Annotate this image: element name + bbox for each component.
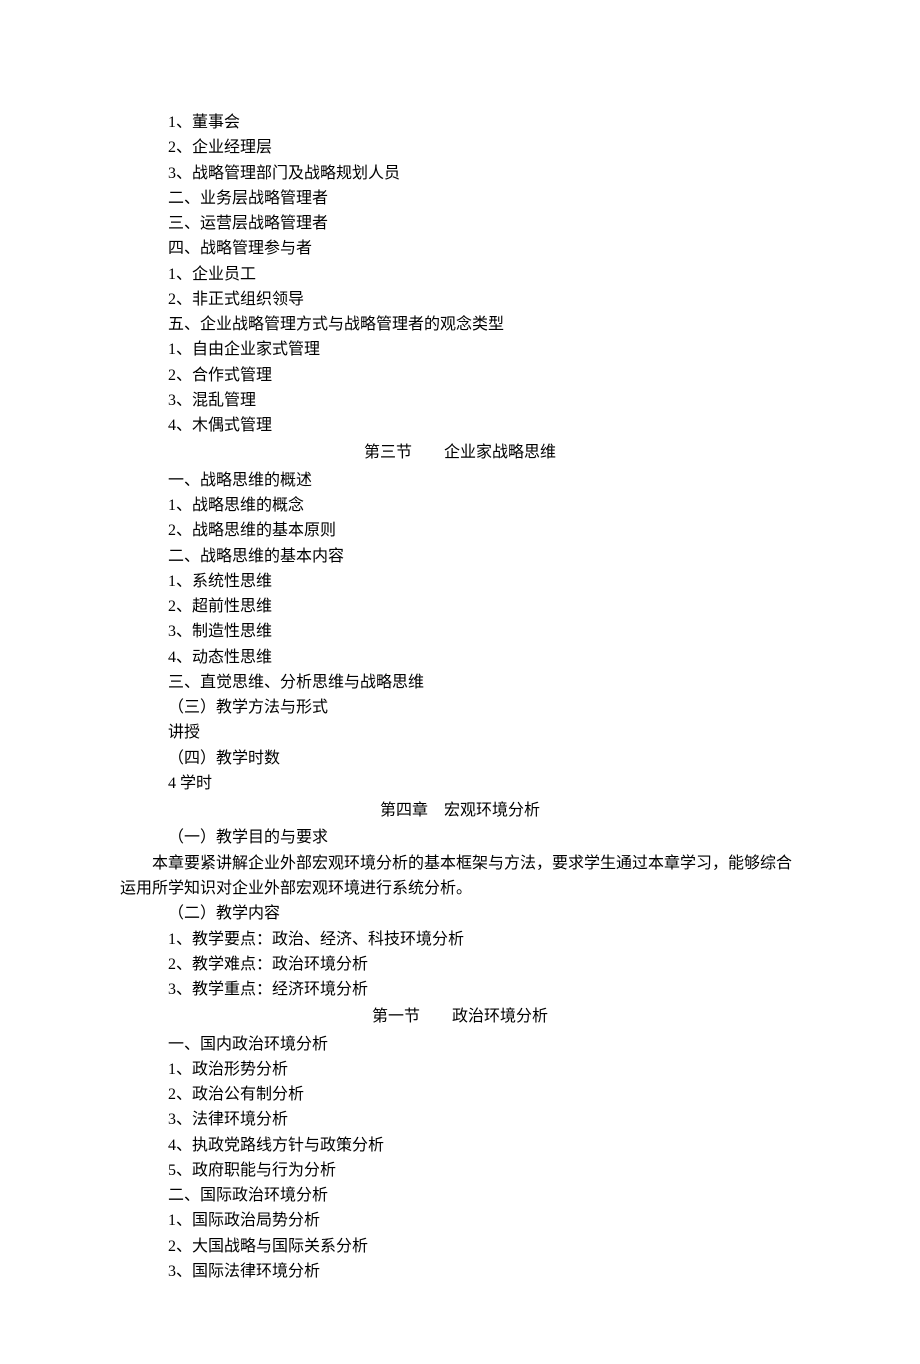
teaching-point: 3、教学重点：经济环境分析 bbox=[120, 977, 800, 1002]
outline-item: 1、系统性思维 bbox=[120, 569, 800, 594]
outline-item: 2、合作式管理 bbox=[120, 363, 800, 388]
teaching-point: 1、教学要点：政治、经济、科技环境分析 bbox=[120, 927, 800, 952]
outline-item: 1、战略思维的概念 bbox=[120, 493, 800, 518]
outline-item: 5、政府职能与行为分析 bbox=[120, 1158, 800, 1183]
outline-item: 三、运营层战略管理者 bbox=[120, 211, 800, 236]
teaching-point: 2、教学难点：政治环境分析 bbox=[120, 952, 800, 977]
outline-item: 二、国际政治环境分析 bbox=[120, 1183, 800, 1208]
section-4-1-title: 第一节 政治环境分析 bbox=[120, 1004, 800, 1029]
teaching-method-label: （三）教学方法与形式 bbox=[120, 695, 800, 720]
outline-item: 4、执政党路线方针与政策分析 bbox=[120, 1133, 800, 1158]
outline-item: 1、政治形势分析 bbox=[120, 1057, 800, 1082]
outline-item: 2、政治公有制分析 bbox=[120, 1082, 800, 1107]
outline-item: 1、企业员工 bbox=[120, 262, 800, 287]
outline-item: 2、企业经理层 bbox=[120, 135, 800, 160]
outline-item: 4、动态性思维 bbox=[120, 645, 800, 670]
outline-item: 3、法律环境分析 bbox=[120, 1107, 800, 1132]
outline-item: 3、战略管理部门及战略规划人员 bbox=[120, 161, 800, 186]
teaching-hours-value: 4 学时 bbox=[120, 771, 800, 796]
outline-item: 二、战略思维的基本内容 bbox=[120, 544, 800, 569]
teaching-method-value: 讲授 bbox=[120, 720, 800, 745]
chapter-4-title: 第四章 宏观环境分析 bbox=[120, 798, 800, 823]
teaching-purpose-label: （一）教学目的与要求 bbox=[120, 825, 800, 850]
outline-item: 二、业务层战略管理者 bbox=[120, 186, 800, 211]
section-3-title: 第三节 企业家战略思维 bbox=[120, 440, 800, 465]
outline-item: 四、战略管理参与者 bbox=[120, 236, 800, 261]
outline-item: 1、国际政治局势分析 bbox=[120, 1208, 800, 1233]
outline-item: 2、超前性思维 bbox=[120, 594, 800, 619]
outline-item: 一、战略思维的概述 bbox=[120, 468, 800, 493]
outline-item: 4、木偶式管理 bbox=[120, 413, 800, 438]
teaching-content-label: （二）教学内容 bbox=[120, 901, 800, 926]
teaching-purpose-text: 本章要紧讲解企业外部宏观环境分析的基本框架与方法，要求学生通过本章学习，能够综合… bbox=[120, 851, 800, 902]
teaching-hours-label: （四）教学时数 bbox=[120, 746, 800, 771]
outline-item: 一、国内政治环境分析 bbox=[120, 1032, 800, 1057]
outline-item: 1、自由企业家式管理 bbox=[120, 337, 800, 362]
outline-item: 三、直觉思维、分析思维与战略思维 bbox=[120, 670, 800, 695]
outline-item: 1、董事会 bbox=[120, 110, 800, 135]
outline-item: 五、企业战略管理方式与战略管理者的观念类型 bbox=[120, 312, 800, 337]
outline-item: 2、非正式组织领导 bbox=[120, 287, 800, 312]
outline-item: 3、混乱管理 bbox=[120, 388, 800, 413]
outline-item: 2、大国战略与国际关系分析 bbox=[120, 1234, 800, 1259]
outline-item: 3、国际法律环境分析 bbox=[120, 1259, 800, 1284]
outline-item: 2、战略思维的基本原则 bbox=[120, 518, 800, 543]
outline-item: 3、制造性思维 bbox=[120, 619, 800, 644]
